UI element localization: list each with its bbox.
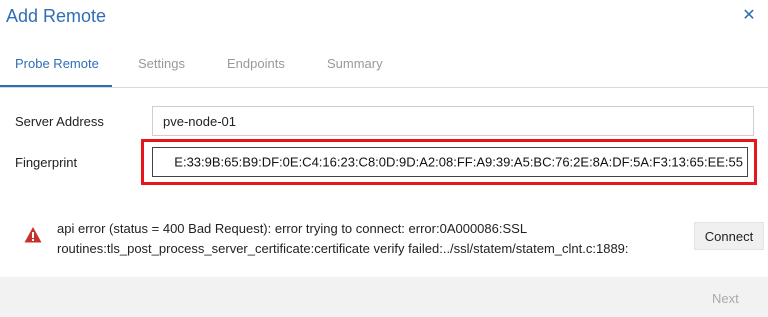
dialog-footer bbox=[0, 277, 768, 317]
connect-button[interactable]: Connect bbox=[694, 222, 764, 250]
tab-probe-remote[interactable]: Probe Remote bbox=[15, 56, 99, 71]
tab-summary[interactable]: Summary bbox=[327, 56, 383, 71]
close-icon[interactable]: ✕ bbox=[742, 8, 756, 24]
server-address-value: pve-node-01 bbox=[163, 113, 236, 129]
server-address-label: Server Address bbox=[15, 114, 104, 129]
warning-icon bbox=[24, 227, 42, 243]
fingerprint-highlight-box bbox=[141, 139, 757, 185]
tab-endpoints[interactable]: Endpoints bbox=[227, 56, 285, 71]
next-button[interactable]: Next bbox=[712, 291, 739, 306]
dialog-title: Add Remote bbox=[6, 6, 107, 26]
tab-settings[interactable]: Settings bbox=[138, 56, 185, 71]
tab-divider bbox=[0, 87, 768, 88]
tab-bar: Probe Remote Settings Endpoints Summary bbox=[0, 44, 768, 88]
error-line-2: routines:tls_post_process_server_certifi… bbox=[57, 241, 629, 256]
error-line-1: api error (status = 400 Bad Request): er… bbox=[57, 221, 528, 236]
error-message: api error (status = 400 Bad Request): er… bbox=[57, 219, 657, 259]
fingerprint-label: Fingerprint bbox=[15, 155, 78, 170]
server-address-input[interactable]: pve-node-01 bbox=[152, 106, 754, 136]
